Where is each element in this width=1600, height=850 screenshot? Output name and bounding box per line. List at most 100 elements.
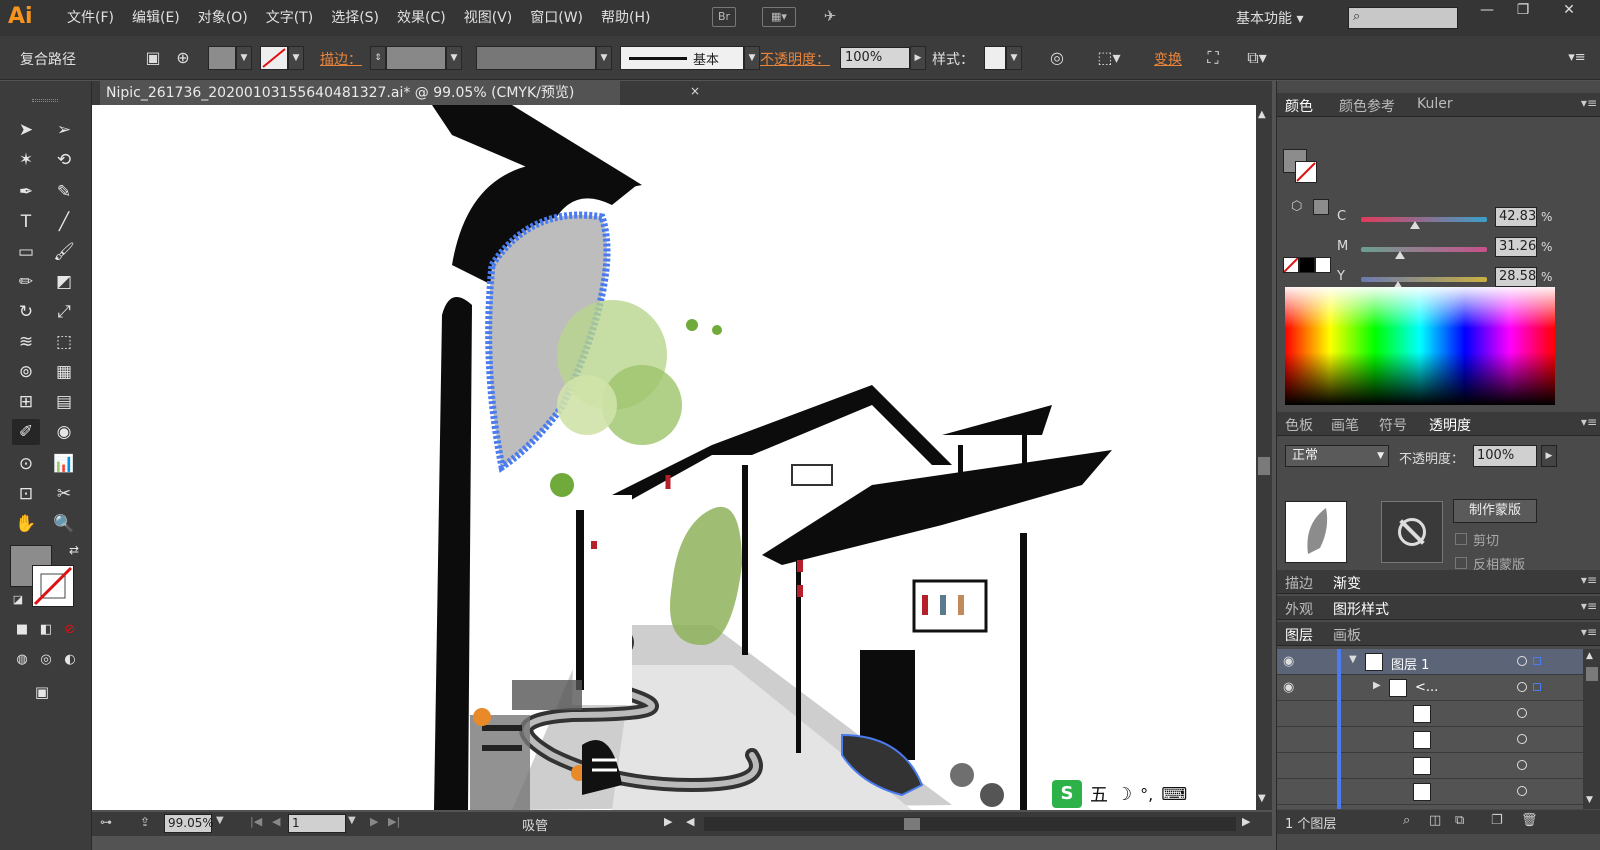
help-search-input[interactable]: ⌕	[1348, 7, 1458, 29]
selection-indicator[interactable]	[1533, 683, 1541, 691]
transparency-opacity-arrow-icon[interactable]: ▶	[1541, 445, 1557, 467]
blend-mode-select[interactable]: 正常 ▼	[1285, 445, 1389, 467]
document-tab[interactable]: Nipic_261736_20200103155640481327.ai* @ …	[100, 81, 620, 105]
scroll-up-icon[interactable]: ▲	[1258, 109, 1266, 120]
opacity-panel-link[interactable]: 不透明度：	[760, 49, 830, 69]
warp-tool-icon[interactable]: ≋	[12, 329, 40, 355]
web-safe-swatch[interactable]	[1313, 199, 1329, 215]
close-window-button[interactable]: ✕	[1552, 2, 1586, 24]
hscroll-right-icon[interactable]: ▶	[1242, 815, 1250, 828]
mask-thumbnail[interactable]	[1381, 501, 1443, 563]
horizontal-scrollbar[interactable]	[704, 817, 1236, 831]
eraser-tool-icon[interactable]: ◩	[50, 269, 78, 295]
appearance-panel-menu-icon[interactable]: ▾≡	[1581, 599, 1597, 613]
ime-mode-label[interactable]: 五	[1090, 781, 1108, 807]
none-swatch[interactable]	[1283, 257, 1299, 273]
channel-value-input[interactable]: 42.83	[1495, 207, 1537, 227]
status-view-icon[interactable]: ⊶	[100, 815, 112, 829]
tab-layers[interactable]: 图层	[1285, 625, 1313, 645]
channel-value-input[interactable]: 28.58	[1495, 267, 1537, 287]
tab-transparency[interactable]: 透明度	[1429, 415, 1471, 435]
stroke-weight-input[interactable]	[386, 46, 446, 70]
opacity-arrow-icon[interactable]: ▶	[910, 46, 926, 70]
pencil-tool-icon[interactable]: ✏	[12, 269, 40, 295]
tab-brushes[interactable]: 画笔	[1331, 415, 1359, 435]
invert-mask-checkbox[interactable]	[1455, 557, 1467, 569]
panel-stroke-swatch[interactable]	[1295, 161, 1317, 183]
shape-builder-tool-icon[interactable]: ⊚	[12, 359, 40, 385]
layers-scroll-down-icon[interactable]: ▼	[1586, 795, 1593, 805]
target-circle-icon[interactable]	[1517, 682, 1527, 692]
align-options-icon[interactable]: ⬚▾	[1096, 45, 1122, 71]
tab-gradient[interactable]: 渐变	[1333, 573, 1361, 593]
status-share-icon[interactable]: ⇪	[140, 815, 150, 829]
isolate-group-icon[interactable]: ▣	[140, 45, 166, 71]
transparency-opacity-input[interactable]: 100%	[1473, 445, 1537, 467]
transform-each-icon[interactable]: ⛶	[1200, 45, 1226, 71]
profile-dropdown-icon[interactable]: ▼	[596, 46, 612, 70]
make-mask-button[interactable]: 制作蒙版	[1453, 499, 1537, 523]
sync-settings-icon[interactable]: ✈	[818, 7, 842, 27]
selection-tool-icon[interactable]: ➤	[12, 117, 40, 143]
black-swatch[interactable]	[1299, 257, 1315, 273]
menu-help[interactable]: 帮助(H)	[592, 8, 659, 28]
maximize-button[interactable]: ❐	[1506, 2, 1540, 24]
tab-color-guide[interactable]: 颜色参考	[1339, 96, 1395, 116]
brush-dropdown-icon[interactable]: ▼	[744, 46, 760, 70]
scroll-down-icon[interactable]: ▼	[1258, 793, 1266, 804]
close-tab-icon[interactable]: ×	[690, 84, 700, 98]
ime-status-bar[interactable]: S 五 ☽ °, ⌨	[1048, 779, 1198, 809]
menu-effect[interactable]: 效果(C)	[388, 8, 455, 28]
channel-slider-track[interactable]	[1361, 277, 1487, 282]
vertical-scroll-thumb[interactable]	[1258, 457, 1270, 475]
tab-swatches[interactable]: 色板	[1285, 415, 1313, 435]
visibility-eye-icon[interactable]: ◉	[1283, 654, 1294, 669]
vertical-scrollbar[interactable]: ▲ ▼	[1256, 105, 1272, 810]
scale-tool-icon[interactable]: ⤢	[50, 299, 78, 325]
stroke-weight-stepper[interactable]: ⇕	[370, 46, 386, 70]
status-menu-arrow-icon[interactable]: ▶	[664, 815, 672, 828]
layer-name[interactable]: 图层 1	[1391, 654, 1429, 673]
transparency-panel-menu-icon[interactable]: ▾≡	[1581, 415, 1597, 429]
opacity-input[interactable]: 100%	[840, 47, 910, 69]
layer-row[interactable]: ◉ ▶ <...	[1277, 675, 1600, 701]
variable-width-profile[interactable]	[476, 46, 596, 70]
eyedropper-tool-icon[interactable]: ✐	[12, 419, 40, 445]
menu-window[interactable]: 窗口(W)	[521, 8, 592, 28]
zoom-dropdown-icon[interactable]: ▼	[216, 815, 224, 826]
moon-icon[interactable]: ☽	[1116, 784, 1132, 805]
layers-scroll-up-icon[interactable]: ▲	[1586, 651, 1593, 661]
gradient-tool-icon[interactable]: ▤	[50, 389, 78, 415]
direct-selection-tool-icon[interactable]: ➢	[50, 117, 78, 143]
layer-row[interactable]	[1277, 701, 1600, 727]
menu-edit[interactable]: 编辑(E)	[123, 8, 189, 28]
expand-arrow-icon[interactable]: ▼	[1349, 654, 1357, 665]
gradient-panel-menu-icon[interactable]: ▾≡	[1581, 573, 1597, 587]
target-circle-icon[interactable]	[1517, 734, 1527, 744]
toolbar-grip[interactable]	[32, 99, 58, 102]
channel-slider-track[interactable]	[1361, 217, 1487, 222]
mesh-tool-icon[interactable]: ⊞	[12, 389, 40, 415]
menu-type[interactable]: 文字(T)	[257, 8, 322, 28]
hscroll-left-icon[interactable]: ◀	[686, 815, 694, 828]
paintbrush-tool-icon[interactable]: 🖌	[50, 239, 78, 265]
free-transform-tool-icon[interactable]: ⬚	[50, 329, 78, 355]
layers-scroll-thumb[interactable]	[1586, 667, 1598, 681]
layer-row[interactable]	[1277, 753, 1600, 779]
control-bar-menu-icon[interactable]: ▾≡	[1564, 45, 1590, 71]
menu-view[interactable]: 视图(V)	[455, 8, 522, 28]
color-spectrum[interactable]	[1285, 287, 1555, 405]
tab-graphic-styles[interactable]: 图形样式	[1333, 599, 1389, 619]
white-swatch[interactable]	[1315, 257, 1331, 273]
clip-checkbox[interactable]	[1455, 533, 1467, 545]
channel-value-input[interactable]: 31.26	[1495, 237, 1537, 257]
swap-fill-stroke-icon[interactable]: ⇄	[60, 537, 88, 563]
stroke-swatch[interactable]	[260, 46, 288, 70]
prev-artboard-icon[interactable]: ◀	[272, 815, 280, 828]
artboard-number-input[interactable]: 1	[288, 814, 346, 833]
stroke-panel-link[interactable]: 描边：	[320, 49, 362, 69]
none-mode-icon[interactable]: ⊘	[56, 617, 84, 643]
ink-village-illustration[interactable]	[92, 105, 1256, 810]
target-circle-icon[interactable]	[1517, 708, 1527, 718]
fill-swatch[interactable]	[208, 46, 236, 70]
